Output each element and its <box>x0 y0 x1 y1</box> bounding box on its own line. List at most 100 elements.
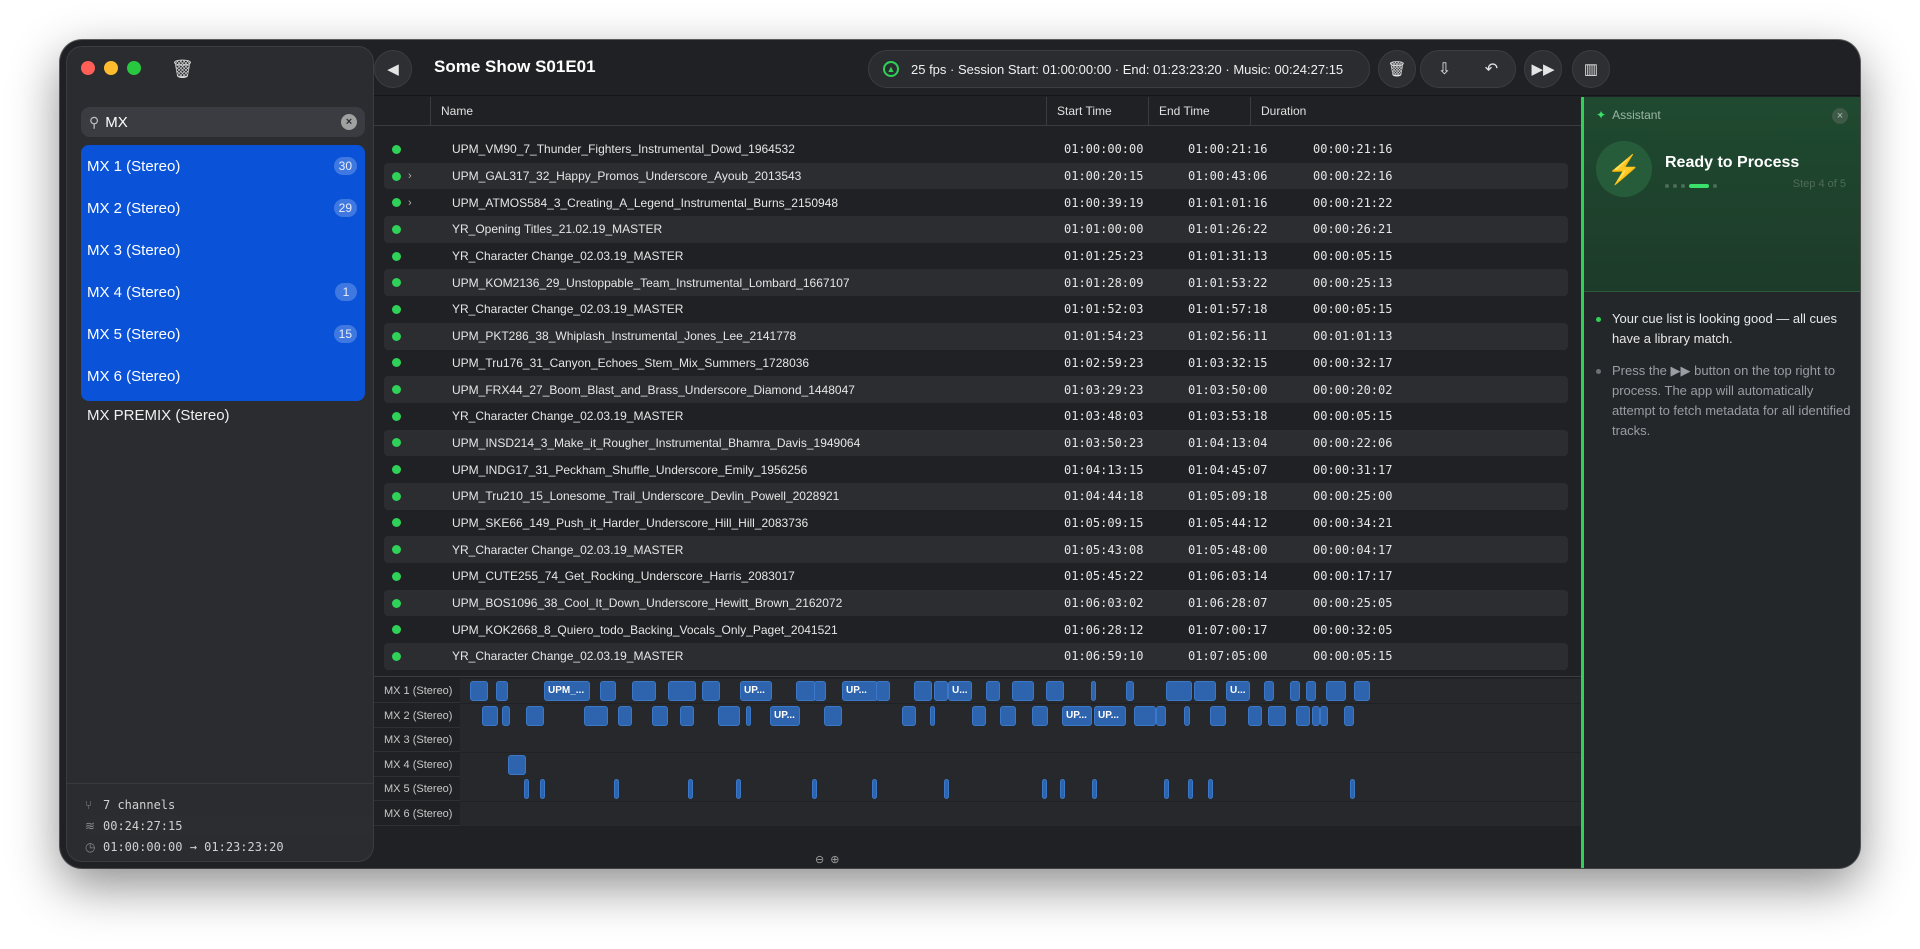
timeline-clip[interactable] <box>1046 681 1064 701</box>
table-row[interactable]: YR_Character Change_02.03.19_MASTER 01:01… <box>384 243 1568 270</box>
table-row[interactable]: UPM_INDG17_31_Peckham_Shuffle_Underscore… <box>384 456 1568 483</box>
table-row[interactable]: YR_Character Change_02.03.19_MASTER 01:06… <box>384 643 1568 670</box>
timeline-clip[interactable] <box>680 705 694 726</box>
channel-item[interactable]: MX 5 (Stereo) 15 <box>81 313 365 355</box>
timeline-clip[interactable] <box>914 681 932 701</box>
timeline-clip[interactable] <box>1091 681 1096 701</box>
timeline-clip[interactable] <box>1134 705 1156 726</box>
timeline-clip[interactable] <box>524 779 529 799</box>
timeline-clip[interactable] <box>934 681 948 701</box>
header-duration[interactable]: Duration <box>1250 97 1581 126</box>
header-end[interactable]: End Time <box>1148 97 1250 126</box>
timeline-clip[interactable] <box>1248 705 1262 726</box>
timeline-clip[interactable] <box>668 681 696 701</box>
timeline-clip[interactable] <box>1264 681 1274 701</box>
timeline-clip[interactable]: UP... <box>770 705 800 726</box>
timeline-clip[interactable] <box>584 705 608 726</box>
lane-track[interactable] <box>460 801 1581 826</box>
channel-item[interactable]: MX 3 (Stereo) <box>81 229 365 271</box>
timeline-clip[interactable] <box>1320 705 1328 726</box>
table-row[interactable]: UPM_VM90_7_Thunder_Fighters_Instrumental… <box>384 136 1568 163</box>
toggle-sidebar-button[interactable]: ▥ <box>1572 50 1610 88</box>
process-button[interactable]: ▶▶ <box>1524 50 1562 88</box>
timeline-clip[interactable] <box>930 705 935 726</box>
timeline-clip[interactable] <box>1092 779 1097 799</box>
timeline-clip[interactable] <box>796 681 816 701</box>
timeline-clip[interactable] <box>1326 681 1346 701</box>
timeline-clip[interactable]: UP... <box>842 681 878 701</box>
channel-item[interactable]: MX 4 (Stereo) 1 <box>81 271 365 313</box>
table-row[interactable]: UPM_CUTE255_74_Get_Rocking_Underscore_Ha… <box>384 563 1568 590</box>
timeline-clip[interactable] <box>1312 705 1320 726</box>
timeline-clip[interactable] <box>746 705 751 726</box>
timeline-clip[interactable] <box>1268 705 1286 726</box>
timeline-clip[interactable] <box>1350 779 1355 799</box>
table-row[interactable]: YR_Character Change_02.03.19_MASTER 01:01… <box>384 296 1568 323</box>
channel-item[interactable]: MX 2 (Stereo) 29 <box>81 187 365 229</box>
close-icon[interactable]: × <box>1832 108 1848 124</box>
timeline-clip[interactable] <box>1208 779 1213 799</box>
channel-item[interactable]: MX 6 (Stereo) <box>81 355 365 397</box>
table-row[interactable]: UPM_PKT286_38_Whiplash_Instrumental_Jone… <box>384 322 1568 350</box>
timeline-clip[interactable] <box>1296 705 1310 726</box>
channel-item-premix[interactable]: MX PREMIX (Stereo) <box>87 407 230 424</box>
timeline-clip[interactable] <box>652 705 668 726</box>
timeline-clip[interactable] <box>876 681 890 701</box>
header-name[interactable]: Name <box>430 97 1046 126</box>
timeline-clip[interactable] <box>482 705 498 726</box>
timeline-clip[interactable] <box>614 779 619 799</box>
timeline-clip[interactable] <box>508 754 526 775</box>
delete-button[interactable]: 🗑 <box>1378 50 1416 88</box>
timeline-clip[interactable] <box>618 705 632 726</box>
table-row[interactable]: YR_Opening Titles_21.02.19_MASTER 01:01:0… <box>384 216 1568 243</box>
table-row[interactable]: › UPM_GAL317_32_Happy_Promos_Underscore_A… <box>384 162 1568 190</box>
timeline-clip[interactable]: U... <box>948 681 972 701</box>
timeline-clip[interactable]: UP... <box>1094 705 1126 726</box>
timeline-clip[interactable] <box>718 705 740 726</box>
table-row[interactable]: UPM_Tru210_15_Lonesome_Trail_Underscore_… <box>384 482 1568 510</box>
timeline-clip[interactable] <box>1126 681 1134 701</box>
close-window-button[interactable] <box>81 61 95 75</box>
timeline-clip[interactable] <box>600 681 616 701</box>
timeline-clip[interactable] <box>470 681 488 701</box>
search-input[interactable] <box>105 113 341 131</box>
timeline-clip[interactable] <box>688 779 693 799</box>
timeline-clip[interactable] <box>736 779 741 799</box>
table-row[interactable]: › UPM_ATMOS584_3_Creating_A_Legend_Instru… <box>384 189 1568 216</box>
timeline-clip[interactable] <box>502 705 510 726</box>
timeline-clip[interactable] <box>1042 779 1047 799</box>
timeline-clip[interactable]: UP... <box>740 681 772 701</box>
timeline-clip[interactable] <box>812 779 817 799</box>
table-row[interactable]: YR_Character Change_02.03.19_MASTER 01:03… <box>384 403 1568 430</box>
table-row[interactable]: UPM_SKE66_149_Push_it_Harder_Underscore_… <box>384 510 1568 537</box>
back-button[interactable]: ◀ <box>374 50 412 88</box>
chevron-right-icon[interactable]: › <box>408 197 412 209</box>
timeline-clip[interactable] <box>1354 681 1370 701</box>
timeline-clip[interactable] <box>632 681 656 701</box>
timeline-clip[interactable] <box>1210 705 1226 726</box>
timeline-clip[interactable] <box>1000 705 1016 726</box>
zoom-in-icon[interactable]: ⊕ <box>830 853 839 866</box>
minimize-window-button[interactable] <box>104 61 118 75</box>
table-row[interactable]: UPM_KOK2668_8_Quiero_todo_Backing_Vocals… <box>384 616 1568 643</box>
timeline-clip[interactable] <box>1188 779 1193 799</box>
header-start[interactable]: Start Time <box>1046 97 1148 126</box>
lane-track[interactable] <box>460 777 1581 801</box>
timeline-clip[interactable] <box>1032 705 1048 726</box>
lane-track[interactable] <box>460 752 1581 777</box>
timeline-clip[interactable]: UPM_... <box>544 681 590 701</box>
timeline-clip[interactable] <box>1290 681 1300 701</box>
table-row[interactable]: UPM_FRX44_27_Boom_Blast_and_Brass_Unders… <box>384 376 1568 403</box>
lane-track[interactable] <box>460 728 1581 752</box>
timeline-clip[interactable] <box>972 705 986 726</box>
timeline-clip[interactable] <box>872 779 877 799</box>
timeline-clip[interactable] <box>1156 705 1166 726</box>
table-row[interactable]: UPM_BOS1096_38_Cool_It_Down_Underscore_H… <box>384 589 1568 617</box>
zoom-out-icon[interactable]: ⊖ <box>815 853 824 866</box>
timeline-clip[interactable] <box>1306 681 1316 701</box>
table-row[interactable]: UPM_Tru176_31_Canyon_Echoes_Stem_Mix_Sum… <box>384 350 1568 377</box>
timeline-clip[interactable] <box>702 681 720 701</box>
timeline-clip[interactable] <box>1164 779 1169 799</box>
timeline-clip[interactable] <box>902 705 916 726</box>
trash-icon[interactable]: 🗑 <box>171 59 194 80</box>
